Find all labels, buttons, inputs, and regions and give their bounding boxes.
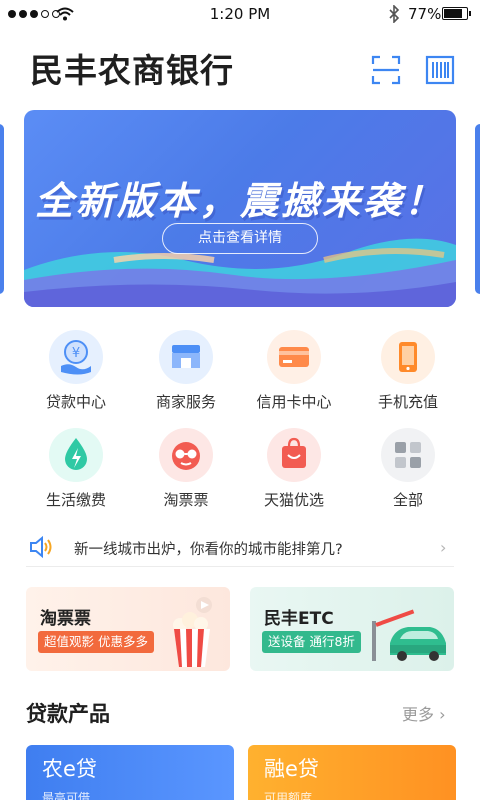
service-merchant[interactable]: 商家服务 (136, 330, 236, 412)
service-movie-ticket[interactable]: 淘票票 (136, 428, 236, 510)
phone-icon (381, 330, 435, 384)
service-label: 生活缴费 (45, 491, 106, 509)
loan-card[interactable]: 融e贷 可用额度 (248, 745, 456, 800)
banner-peek-prev (0, 124, 4, 294)
promo-tag: 超值观影 优惠多多 (38, 631, 154, 653)
notice-text: 新一线城市出炉，你看你的城市能排第几? (74, 542, 343, 558)
promo-card-etc[interactable]: 民丰ETC 送设备 通行8折 (250, 587, 454, 671)
loan-name: 融e贷 (264, 757, 319, 781)
loan-card[interactable]: 农e贷 最高可借 (26, 745, 234, 800)
bluetooth-icon (389, 5, 400, 23)
promo-title: 淘票票 (40, 609, 91, 629)
service-label: 淘票票 (163, 491, 209, 509)
banner-headline: 全新版本，震撼来袭！ (34, 179, 445, 223)
service-label: 天猫优选 (263, 491, 324, 509)
promo-card-movie[interactable]: 淘票票 超值观影 优惠多多 (26, 587, 230, 671)
service-label: 商家服务 (155, 393, 216, 411)
shopping-bag-icon (267, 428, 321, 482)
loan-sub: 可用额度 (264, 791, 313, 800)
service-label: 信用卡中心 (256, 393, 332, 411)
loan-sub: 最高可借 (42, 791, 91, 800)
utility-icon (49, 428, 103, 482)
service-utility[interactable]: 生活缴费 (26, 428, 126, 510)
scan-icon[interactable] (371, 55, 401, 85)
svg-text:¥: ¥ (72, 346, 80, 361)
battery-icon (442, 7, 471, 20)
loan-icon: ¥ (49, 330, 103, 384)
chevron-right-icon: › (439, 705, 446, 724)
service-label: 全部 (392, 491, 423, 509)
more-link[interactable]: 更多 › (402, 701, 446, 725)
battery-percent: 77% (408, 5, 442, 23)
speaker-icon (30, 535, 52, 559)
loan-name: 农e贷 (42, 757, 97, 781)
chevron-right-icon: › (440, 538, 447, 557)
service-loan-center[interactable]: ¥ 贷款中心 (26, 330, 126, 412)
service-credit-card[interactable]: 信用卡中心 (244, 330, 344, 412)
service-all[interactable]: 全部 (358, 428, 458, 510)
grid-icon (381, 428, 435, 482)
page-title: 民丰农商银行 (30, 51, 234, 90)
service-phone-topup[interactable]: 手机充值 (358, 330, 458, 412)
status-bar: 1:20 PM 77% (0, 0, 480, 30)
movie-ticket-icon (159, 428, 213, 482)
credit-card-icon (267, 330, 321, 384)
divider (26, 566, 454, 567)
notice-bar[interactable]: 新一线城市出炉，你看你的城市能排第几? › (26, 528, 456, 566)
service-label: 手机充值 (377, 393, 438, 411)
more-label: 更多 (402, 705, 435, 724)
barcode-icon[interactable] (425, 55, 455, 85)
banner-peek-next (475, 124, 480, 294)
banner-cta-button[interactable]: 点击查看详情 (162, 223, 318, 254)
shop-icon (159, 330, 213, 384)
promo-tag: 送设备 通行8折 (262, 631, 361, 653)
service-label: 贷款中心 (45, 393, 106, 411)
service-tmall[interactable]: 天猫优选 (244, 428, 344, 510)
car-icon (372, 609, 446, 661)
section-title: 贷款产品 (26, 702, 110, 726)
popcorn-icon (173, 597, 212, 667)
promo-title: 民丰ETC (264, 609, 334, 629)
promo-banner[interactable]: 全新版本，震撼来袭！ 点击查看详情 (24, 110, 456, 307)
